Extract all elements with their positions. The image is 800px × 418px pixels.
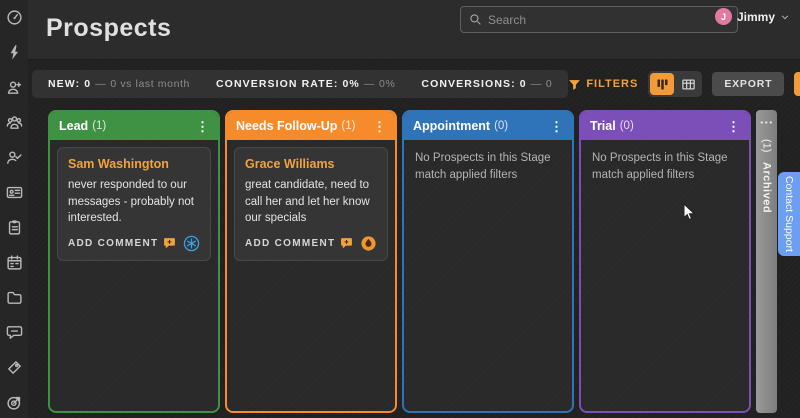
attendance-check-icon[interactable] (5, 148, 23, 166)
tasks-clipboard-icon[interactable] (5, 218, 23, 236)
stage-body: Sam Washington never responded to our me… (50, 140, 218, 411)
chevron-down-icon (780, 12, 790, 22)
empty-stage-message: No Prospects in this Stage match applied… (411, 147, 565, 188)
prospect-note: great candidate, need to call her and le… (245, 177, 377, 227)
stage-body: Grace Williams great candidate, need to … (227, 140, 395, 411)
stage-body: No Prospects in this Stage match applied… (581, 140, 749, 411)
stage-menu-icon[interactable]: ⋮ (550, 120, 563, 133)
contact-support-label: Contact Support (783, 176, 795, 252)
export-button[interactable]: EXPORT (712, 72, 784, 96)
prospect-card[interactable]: Sam Washington never responded to our me… (57, 147, 211, 261)
search-box[interactable]: × (460, 6, 738, 33)
stage-menu-icon[interactable]: ⋮ (373, 120, 386, 133)
member-card-icon[interactable] (5, 183, 23, 201)
search-icon (469, 13, 482, 26)
documents-folder-icon[interactable] (5, 289, 23, 307)
table-view-button[interactable] (676, 73, 700, 95)
archived-menu-icon[interactable]: ⋮ (760, 116, 773, 129)
controls-row: NEW: 0 — 0 vs last month CONVERSION RATE… (32, 70, 780, 98)
messages-chat-icon[interactable] (5, 324, 23, 342)
card-footer: ADD COMMENT (245, 235, 377, 252)
topbar: Prospects × J Jimmy (28, 0, 800, 60)
add-comment-button[interactable]: ADD COMMENT (245, 237, 353, 250)
warm-rating-icon[interactable] (360, 235, 377, 252)
add-stage-button[interactable]: ADD STAGE + (794, 72, 800, 96)
stage-header-trial: Trial (0) ⋮ (581, 112, 749, 140)
toolbar: FILTERS EXPORT ADD STAGE + (568, 71, 800, 97)
stage-count: (1) (341, 120, 355, 132)
stat-conversion-rate: CONVERSION RATE: 0% — 0% (216, 78, 395, 90)
contact-support-tab[interactable]: Contact Support (778, 172, 800, 256)
members-group-icon[interactable] (5, 113, 23, 131)
prospect-name[interactable]: Sam Washington (68, 157, 200, 171)
user-name: Jimmy (737, 10, 775, 24)
stage-column-trial: Trial (0) ⋮ No Prospects in this Stage m… (579, 110, 751, 413)
prospects-board: NEW: 0 — 0 vs last month CONVERSION RATE… (28, 60, 800, 418)
stage-column-needs-follow-up: Needs Follow-Up (1) ⋮ Grace Williams gre… (225, 110, 397, 413)
stage-menu-icon[interactable]: ⋮ (727, 120, 740, 133)
marketing-target-icon[interactable] (5, 394, 23, 412)
stage-count: (0) (494, 120, 508, 132)
stage-header-needs-follow-up: Needs Follow-Up (1) ⋮ (227, 112, 395, 140)
stage-body: No Prospects in this Stage match applied… (404, 140, 572, 411)
schedule-calendar-icon[interactable] (5, 254, 23, 272)
view-toggle (648, 71, 702, 97)
stat-new: NEW: 0 — 0 vs last month (48, 78, 190, 90)
stage-title: Trial (590, 119, 616, 133)
filters-button[interactable]: FILTERS (568, 78, 638, 91)
stage-header-lead: Lead (1) ⋮ (50, 112, 218, 140)
card-footer: ADD COMMENT (68, 235, 200, 252)
avatar: J (715, 8, 732, 25)
archived-title: Archived (761, 162, 773, 213)
stats-bar: NEW: 0 — 0 vs last month CONVERSION RATE… (32, 70, 568, 98)
ticket-tag-icon[interactable] (5, 359, 23, 377)
stage-header-appointment: Appointment (0) ⋮ (404, 112, 572, 140)
add-prospect-icon[interactable] (5, 78, 23, 96)
kanban-view-button[interactable] (650, 73, 674, 95)
stage-count: (1) (92, 120, 106, 132)
kanban-icon (655, 77, 670, 92)
empty-stage-message: No Prospects in this Stage match applied… (588, 147, 742, 188)
archived-column-collapsed[interactable]: ⋮ (1) Archived (756, 110, 777, 413)
lightning-bolt-icon[interactable] (5, 43, 23, 61)
stage-title: Appointment (413, 119, 490, 133)
comment-bubble-icon (340, 237, 353, 250)
stage-title: Needs Follow-Up (236, 119, 337, 133)
stage-count: (0) (620, 120, 634, 132)
funnel-icon (568, 78, 581, 91)
sidebar (0, 0, 28, 418)
add-comment-button[interactable]: ADD COMMENT (68, 237, 176, 250)
search-input[interactable] (488, 13, 715, 27)
user-menu[interactable]: J Jimmy (715, 8, 790, 25)
prospect-card[interactable]: Grace Williams great candidate, need to … (234, 147, 388, 261)
prospect-name[interactable]: Grace Williams (245, 157, 377, 171)
comment-bubble-icon (163, 237, 176, 250)
archived-count: (1) (761, 139, 773, 152)
mouse-cursor (683, 203, 695, 221)
dashboard-gauge-icon[interactable] (5, 8, 23, 26)
cold-rating-icon[interactable] (183, 235, 200, 252)
stage-columns: Lead (1) ⋮ Sam Washington never responde… (48, 110, 777, 413)
stat-conversions: CONVERSIONS: 0 — 0 (421, 78, 552, 90)
stage-menu-icon[interactable]: ⋮ (196, 120, 209, 133)
stage-column-lead: Lead (1) ⋮ Sam Washington never responde… (48, 110, 220, 413)
stage-column-appointment: Appointment (0) ⋮ No Prospects in this S… (402, 110, 574, 413)
prospect-note: never responded to our messages - probab… (68, 177, 200, 227)
stage-title: Lead (59, 119, 88, 133)
table-icon (681, 77, 696, 92)
page-title: Prospects (46, 14, 171, 43)
